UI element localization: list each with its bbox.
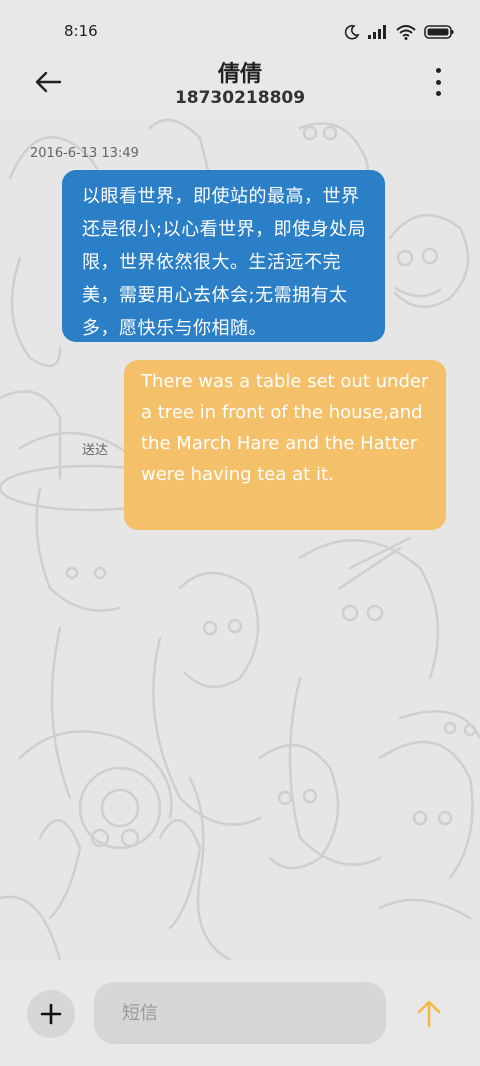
message-input[interactable]	[94, 982, 386, 1044]
message-list[interactable]: 2016-6-13 13:49 以眼看世界，即使站的最高，世界还是很小;以心看世…	[0, 118, 480, 960]
more-options-button[interactable]	[426, 68, 450, 96]
arrow-up-icon	[417, 1000, 441, 1028]
signal-icon	[368, 25, 386, 39]
status-time: 8:16	[64, 22, 98, 40]
moon-icon	[344, 24, 360, 40]
send-button[interactable]	[410, 994, 448, 1034]
contact-name: 倩倩	[217, 62, 262, 87]
plus-icon	[40, 1003, 62, 1025]
conversation-header: 倩倩 18730218809	[0, 56, 480, 118]
more-vertical-icon	[435, 68, 441, 73]
contact-phone: 18730218809	[174, 88, 306, 108]
delivery-status: 送达	[82, 443, 109, 458]
message-timestamp: 2016-6-13 13:49	[30, 146, 139, 161]
composer-bar	[0, 960, 480, 1066]
status-bar: 8:16	[0, 0, 480, 62]
wifi-icon	[396, 24, 416, 40]
status-icons	[344, 22, 454, 42]
battery-icon	[424, 25, 454, 39]
incoming-message-bubble[interactable]: 以眼看世界，即使站的最高，世界还是很小;以心看世界，即使身处局限，世界依然很大。…	[62, 170, 385, 342]
outgoing-message-bubble[interactable]: There was a table set out under a tree i…	[124, 360, 446, 530]
add-attachment-button[interactable]	[27, 990, 75, 1038]
